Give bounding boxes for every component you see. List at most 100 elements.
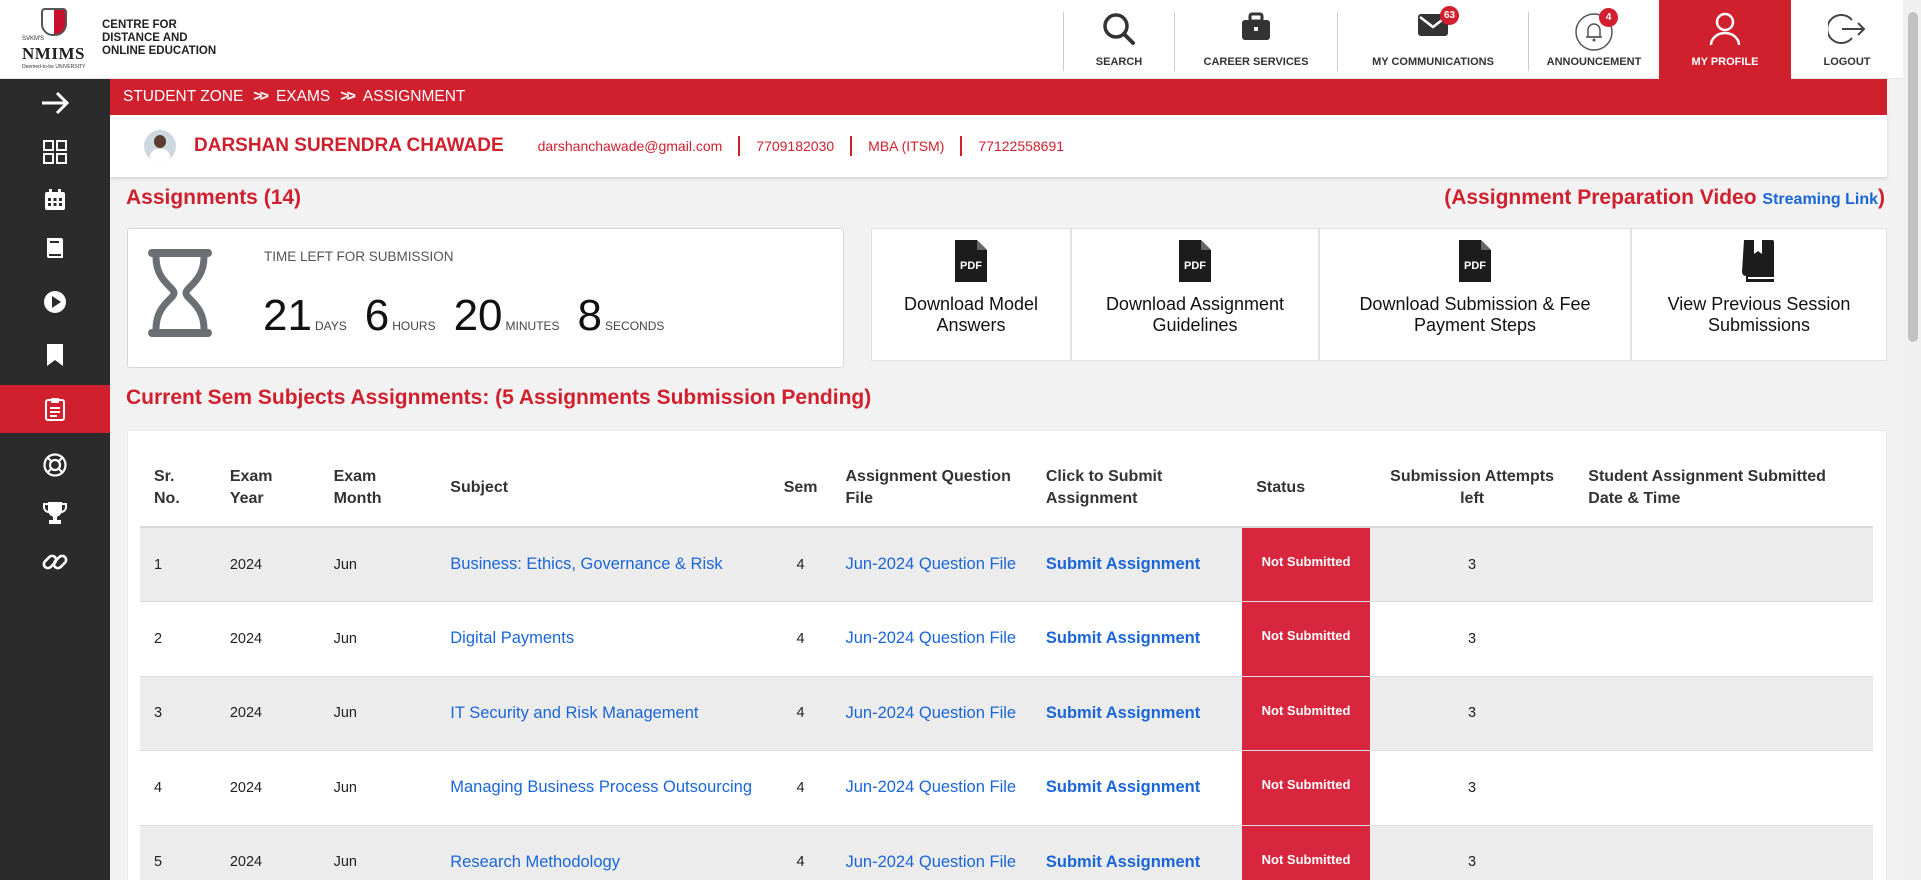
- user-icon: [1709, 12, 1741, 46]
- svg-text:PDF: PDF: [1464, 260, 1486, 272]
- countdown-minutes: 20: [453, 291, 503, 340]
- sidebar-item-bookmarks[interactable]: [0, 331, 110, 379]
- breadcrumb-student-zone[interactable]: STUDENT ZONE: [123, 88, 243, 106]
- sidebar-item-dashboard[interactable]: [0, 128, 110, 176]
- breadcrumb-exams[interactable]: EXAMS: [276, 88, 330, 106]
- download-model-answers-card[interactable]: PDF Download Model Answers: [871, 228, 1071, 361]
- link-icon: [42, 554, 68, 570]
- pdf-icon: PDF: [955, 240, 987, 282]
- col-sem: Sem: [769, 449, 832, 528]
- cell-month: Jun: [319, 527, 437, 602]
- question-file-link[interactable]: Jun-2024 Question File: [831, 825, 1032, 880]
- assignments-table-panel: Sr. No. Exam Year Exam Month Subject Sem…: [127, 430, 1887, 880]
- subject-link[interactable]: Digital Payments: [436, 601, 770, 677]
- status-badge: Not Submitted: [1242, 750, 1370, 826]
- countdown-days-unit: DAYS: [314, 319, 347, 333]
- scrollbar-thumb[interactable]: [1908, 12, 1918, 342]
- subject-link[interactable]: Business: Ethics, Governance & Risk: [436, 527, 770, 602]
- cell-sem: 4: [769, 527, 832, 602]
- chevron-double-right-icon: >>: [340, 88, 356, 105]
- cell-sem: 4: [769, 676, 832, 751]
- current-sem-heading: Current Sem Subjects Assignments: (5 Ass…: [126, 386, 872, 409]
- submit-assignment-link[interactable]: Submit Assignment: [1031, 676, 1243, 751]
- logo-line-3: ONLINE EDUCATION: [102, 44, 217, 57]
- countdown-minutes-unit: MINUTES: [505, 319, 560, 333]
- nav-logout[interactable]: LOGOUT: [1791, 0, 1903, 79]
- nav-my-profile[interactable]: MY PROFILE: [1659, 0, 1791, 79]
- mail-icon-wrap: 63: [1417, 6, 1459, 41]
- sidebar-item-library[interactable]: [0, 224, 110, 272]
- breadcrumb: STUDENT ZONE >> EXAMS >> ASSIGNMENT: [110, 79, 1887, 115]
- subject-link[interactable]: Research Methodology: [436, 825, 770, 880]
- cell-submitted-date: [1574, 527, 1873, 602]
- nav-logout-label: LOGOUT: [1823, 56, 1871, 68]
- top-nav: SEARCH CAREER SERVICES 63 MY COMMUNICATI…: [1063, 0, 1903, 79]
- nav-announcement-label: ANNOUNCEMENT: [1546, 56, 1642, 68]
- nav-communications-label: MY COMMUNICATIONS: [1372, 56, 1494, 68]
- download-submission-steps-card[interactable]: PDF Download Submission & Fee Payment St…: [1319, 228, 1631, 361]
- cell-attempts: 3: [1369, 750, 1575, 826]
- nav-announcement[interactable]: 4 ANNOUNCEMENT: [1529, 0, 1659, 79]
- submit-assignment-link[interactable]: Submit Assignment: [1031, 527, 1243, 602]
- chevron-double-right-icon: >>: [253, 88, 269, 105]
- sidebar-item-links[interactable]: [0, 538, 110, 586]
- subject-link[interactable]: IT Security and Risk Management: [436, 676, 770, 751]
- sidebar-item-assignments[interactable]: [0, 385, 110, 433]
- nmims-logo[interactable]: SVKM'S NMIMS Deemed-to-be UNIVERSITY CEN…: [22, 6, 216, 70]
- cell-sr: 3: [140, 676, 216, 751]
- logo-emblem: SVKM'S NMIMS Deemed-to-be UNIVERSITY: [22, 6, 86, 70]
- nav-search-label: SEARCH: [1095, 56, 1143, 68]
- nav-search[interactable]: SEARCH: [1064, 0, 1174, 79]
- nav-profile-label: MY PROFILE: [1691, 56, 1759, 68]
- cell-submitted-date: [1574, 750, 1873, 826]
- sidebar-item-videos[interactable]: [0, 278, 110, 326]
- nav-my-communications[interactable]: 63 MY COMMUNICATIONS: [1338, 0, 1528, 79]
- timer-label: TIME LEFT FOR SUBMISSION: [264, 249, 454, 264]
- announcement-badge: 4: [1599, 8, 1618, 27]
- sidebar-item-calendar[interactable]: [0, 176, 110, 224]
- sidebar-item-support[interactable]: [0, 441, 110, 489]
- svg-text:PDF: PDF: [1184, 260, 1206, 272]
- cell-month: Jun: [319, 676, 437, 751]
- divider: [960, 136, 963, 156]
- question-file-link[interactable]: Jun-2024 Question File: [831, 601, 1032, 677]
- cell-submitted-date: [1574, 825, 1873, 880]
- download-submission-steps-label: Download Submission & Fee Payment Steps: [1359, 294, 1591, 335]
- cell-sr: 5: [140, 825, 216, 880]
- col-submit: Click to Submit Assignment: [1031, 449, 1243, 528]
- assignments-heading: Assignments (14): [126, 186, 302, 209]
- page-scrollbar[interactable]: [1904, 0, 1921, 880]
- sidebar-item-achievements[interactable]: [0, 489, 110, 537]
- download-model-answers-label: Download Model Answers: [903, 294, 1039, 335]
- communications-badge: 63: [1440, 6, 1459, 25]
- bell-icon-wrap: 4: [1574, 8, 1618, 55]
- cell-sem: 4: [769, 750, 832, 826]
- status-badge: Not Submitted: [1242, 825, 1370, 880]
- lifebuoy-icon: [43, 453, 67, 477]
- streaming-link[interactable]: Streaming Link: [1762, 191, 1878, 208]
- download-assignment-guidelines-card[interactable]: PDF Download Assignment Guidelines: [1071, 228, 1319, 361]
- subject-link[interactable]: Managing Business Process Outsourcing: [436, 750, 770, 826]
- sidebar-expand[interactable]: [0, 79, 110, 127]
- logo-subtitle: Deemed-to-be UNIVERSITY: [22, 64, 86, 70]
- question-file-link[interactable]: Jun-2024 Question File: [831, 750, 1032, 826]
- cell-month: Jun: [319, 825, 437, 880]
- table-row: 4 2024 Jun Managing Business Process Out…: [140, 750, 1873, 826]
- book-icon: [1742, 240, 1774, 282]
- submit-assignment-link[interactable]: Submit Assignment: [1031, 825, 1243, 880]
- cell-year: 2024: [215, 750, 320, 826]
- student-program: MBA (ITSM): [868, 138, 945, 154]
- status-badge: Not Submitted: [1242, 676, 1370, 751]
- submit-assignment-link[interactable]: Submit Assignment: [1031, 601, 1243, 677]
- submit-assignment-link[interactable]: Submit Assignment: [1031, 750, 1243, 826]
- divider: [850, 136, 853, 156]
- view-previous-submissions-card[interactable]: View Previous Session Submissions: [1631, 228, 1887, 361]
- nav-career-services[interactable]: CAREER SERVICES: [1175, 0, 1337, 79]
- col-attempts: Submission Attempts left: [1369, 449, 1575, 528]
- student-profile-strip: DARSHAN SURENDRA CHAWADE darshanchawade@…: [110, 115, 1887, 177]
- question-file-link[interactable]: Jun-2024 Question File: [831, 676, 1032, 751]
- cell-sr: 4: [140, 750, 216, 826]
- logo-prefix: SVKM'S: [22, 36, 45, 42]
- question-file-link[interactable]: Jun-2024 Question File: [831, 527, 1032, 602]
- cell-sem: 4: [769, 601, 832, 677]
